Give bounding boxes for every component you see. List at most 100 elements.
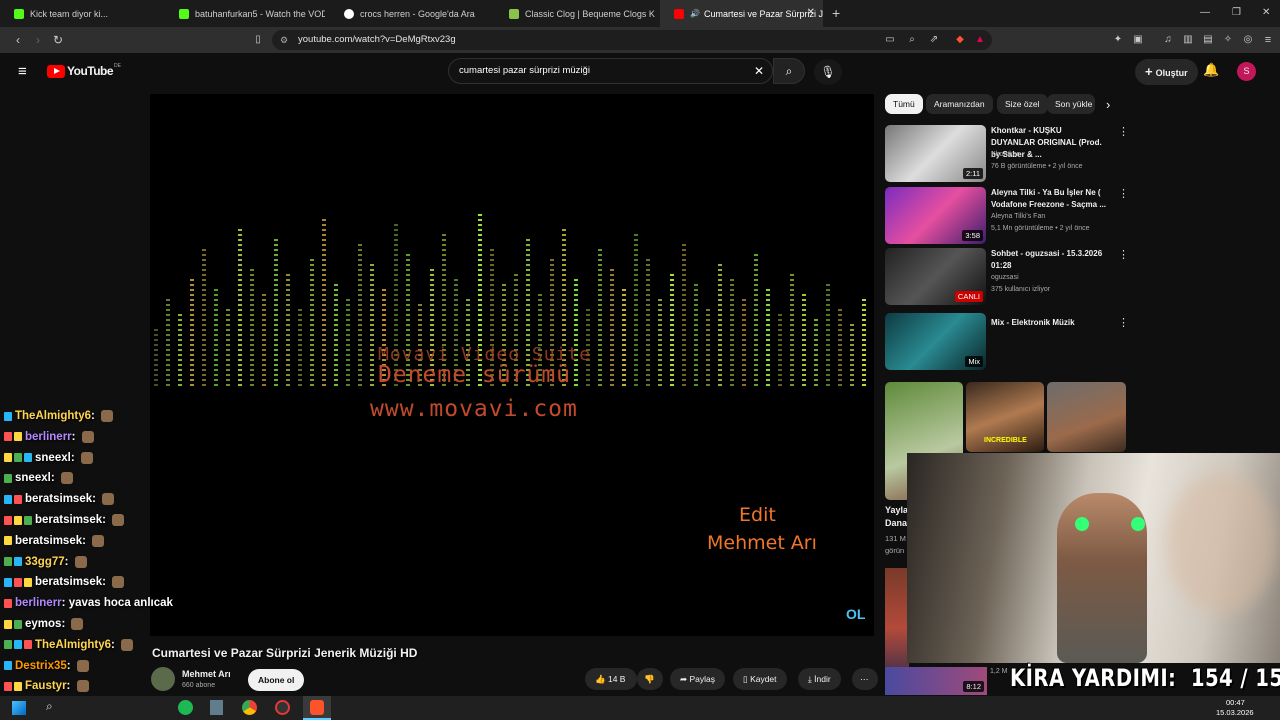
badge-icon [4, 473, 12, 483]
edit-credit-line1: Edit [739, 504, 776, 526]
browser-tab[interactable]: Kick team diyor ki... [0, 0, 160, 27]
tab-title: batuhanfurkan5 - Watch the VOD on [195, 8, 325, 19]
rent-goal-banner: KİRA YARDIMI: 154 / 155 [1010, 664, 1280, 692]
chip-from-search[interactable]: Aramanızdan [926, 94, 993, 114]
clear-search-icon[interactable]: ✕ [754, 59, 764, 83]
extensions-icon[interactable]: ✦ [1110, 32, 1126, 48]
more-options-icon[interactable]: ⋮ [1118, 187, 1129, 200]
visualizer-bar [778, 314, 782, 389]
recommendation-item[interactable]: 3:58 Aleyna Tilki - Ya Bu İşler Ne ( Vod… [885, 187, 1130, 245]
media-icon[interactable]: ♫ [1160, 32, 1176, 48]
hamburger-menu-icon[interactable]: ≡ [18, 63, 27, 80]
partial-title: Yayla [885, 505, 909, 515]
calculator-icon[interactable] [210, 700, 223, 715]
video-player[interactable]: Movavi Video Suite Deneme sürümü www.mov… [150, 94, 874, 636]
share-button[interactable]: ➦ Paylaş [670, 668, 726, 690]
youtube-icon [674, 8, 684, 19]
tab-title: Classic Clog | Bequeme Clogs Kaufen [525, 8, 655, 19]
more-options-icon[interactable]: ⋮ [1118, 316, 1129, 329]
close-window-button[interactable]: ✕ [1262, 7, 1270, 18]
chevron-right-icon[interactable]: › [1106, 97, 1110, 112]
download-button[interactable]: ⤓ İndir [798, 668, 841, 690]
chrome-icon[interactable] [242, 700, 257, 715]
recommendation-title: Sohbet - oguzsasi - 15.3.2026 01:28 [991, 249, 1103, 270]
wallet-icon[interactable]: ▤ [1200, 32, 1216, 48]
more-options-icon[interactable]: ⋮ [1118, 125, 1129, 138]
visualizer-bar [754, 254, 758, 389]
more-options-icon[interactable]: ⋮ [1118, 248, 1129, 261]
dislike-button[interactable]: 👎 [637, 668, 663, 690]
shorts-thumbnail[interactable] [1047, 382, 1126, 452]
visualizer-bar [262, 294, 266, 389]
avatar[interactable]: S [1237, 62, 1256, 81]
bookmark-icon[interactable]: ▯ [250, 32, 266, 48]
chat-username: beratsimsek [35, 514, 103, 526]
search-button[interactable]: ⌕ [773, 58, 805, 84]
forward-icon[interactable]: › [30, 32, 46, 48]
browser-tab[interactable]: crocs herren - Google'da Ara [330, 0, 490, 27]
minimize-button[interactable]: — [1200, 7, 1210, 18]
save-button[interactable]: ▯ Kaydet [733, 668, 787, 690]
ai-icon[interactable]: ✧ [1220, 32, 1236, 48]
new-tab-button[interactable]: + [832, 5, 840, 21]
zoom-icon[interactable]: ⌕ [904, 32, 920, 48]
youtube-logo[interactable]: YouTube DE [47, 63, 121, 78]
chat-username: 33gg77 [25, 555, 65, 568]
chat-separator: : [61, 618, 69, 630]
channel-avatar[interactable] [151, 667, 175, 691]
brave-taskbar-item[interactable] [303, 696, 331, 720]
like-button[interactable]: 👍 14 B [585, 668, 637, 690]
reload-icon[interactable]: ↻ [50, 32, 66, 48]
badge-icon [4, 681, 12, 691]
spotify-icon[interactable] [178, 700, 193, 715]
chat-message: 33gg77 : [4, 552, 87, 572]
visualizer-bar [298, 309, 302, 389]
visualizer-bar [574, 279, 578, 389]
headset-light [1075, 517, 1089, 531]
subscribe-button[interactable]: Abone ol [248, 669, 305, 691]
mix-badge: Mix [965, 356, 983, 367]
recommendation-item[interactable]: CANLI Sohbet - oguzsasi - 15.3.2026 01:2… [885, 248, 1130, 306]
visualizer-bar [370, 264, 374, 389]
menu-icon[interactable]: ≡ [1260, 32, 1276, 48]
create-button[interactable]: + Oluştur [1135, 59, 1198, 85]
rewards-icon[interactable]: ▲ [972, 32, 988, 48]
chat-message: TheAlmighty6 : [4, 635, 134, 655]
visualizer-bar [622, 289, 626, 389]
cast-icon[interactable]: ▭ [882, 32, 898, 48]
close-tab-icon[interactable]: ✕ [807, 7, 815, 18]
chip-all[interactable]: Tümü [885, 94, 923, 114]
notifications-icon[interactable]: 🔔 [1203, 62, 1219, 78]
brave-shield-icon[interactable]: ◆ [952, 32, 968, 48]
browser-tab-active[interactable]: 🔊 Cumartesi ve Pazar Sürprizi Je ✕ [660, 0, 823, 27]
sidebar-icon[interactable]: ▣ [1130, 32, 1146, 48]
recommendation-item[interactable]: 2:11 Khontkar - KUŞKU DUYANLAR ORIGINAL … [885, 125, 1130, 183]
browser-tab[interactable]: batuhanfurkan5 - Watch the VOD on [165, 0, 325, 27]
more-actions-button[interactable]: ⋯ [852, 668, 878, 690]
search-input[interactable]: cumartesi pazar sürprizi müziği ✕ [448, 58, 773, 84]
browser-tab[interactable]: Classic Clog | Bequeme Clogs Kaufen [495, 0, 655, 27]
search-icon[interactable]: ⌕ [46, 699, 53, 714]
share-label: Paylaş [689, 674, 716, 684]
panel-icon[interactable]: ▥ [1180, 32, 1196, 48]
back-icon[interactable]: ‹ [10, 32, 26, 48]
app-icon[interactable] [275, 700, 290, 715]
badge-icon [4, 577, 12, 587]
voice-search-icon[interactable]: 🎙 [814, 59, 842, 85]
kick-icon [179, 8, 189, 19]
partial-thumbnail[interactable]: 8:12 [885, 667, 987, 695]
badge-icon [4, 640, 12, 650]
visualizer-bar [730, 279, 734, 389]
channel-name[interactable]: Mehmet Arı [182, 669, 231, 679]
recommendation-item[interactable]: Mix Mix - Elektronik Müzik ⋮ [885, 313, 1130, 371]
emote-icon [102, 493, 115, 506]
chip-recent[interactable]: Son yükle [1047, 94, 1095, 114]
start-icon[interactable] [12, 701, 26, 715]
shorts-thumbnail[interactable]: INCREDIBLE [966, 382, 1044, 452]
vpn-icon[interactable]: ◎ [1240, 32, 1256, 48]
share-icon[interactable]: ⇗ [926, 32, 942, 48]
youtube-play-icon [47, 64, 65, 78]
chip-for-you[interactable]: Size özel [997, 94, 1048, 114]
site-info-icon[interactable]: ⚙ [280, 30, 288, 50]
maximize-button[interactable]: ❐ [1232, 7, 1241, 18]
